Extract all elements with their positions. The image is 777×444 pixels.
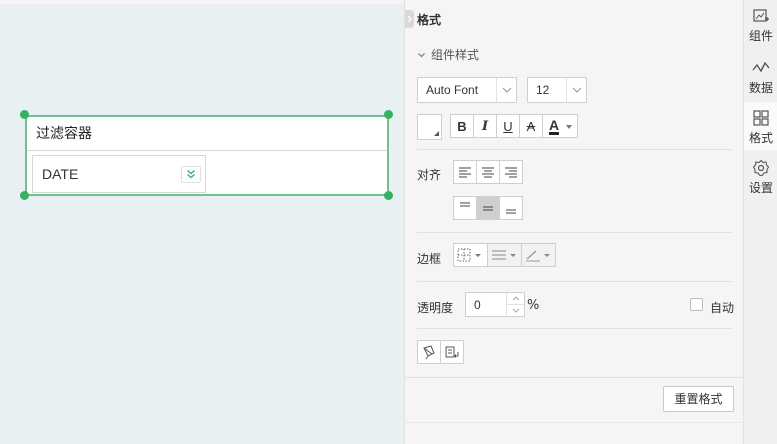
border-color-button[interactable] xyxy=(521,243,556,267)
panel-header: 格式 xyxy=(417,13,442,27)
stepper-down-icon[interactable] xyxy=(506,305,524,317)
underline-button[interactable]: U xyxy=(496,114,520,138)
line-style-icon xyxy=(491,250,516,260)
chevron-right-icon xyxy=(407,15,412,23)
date-filter-value: DATE xyxy=(42,166,79,182)
font-family-value: Auto Font xyxy=(426,83,479,97)
stepper-up-icon[interactable] xyxy=(506,293,524,305)
auto-label: 自动 xyxy=(710,301,735,315)
tab-component[interactable]: 组件 xyxy=(744,0,777,48)
component-add-icon xyxy=(753,9,769,22)
border-style-button[interactable] xyxy=(453,243,488,267)
panel-collapse-toggle[interactable] xyxy=(405,10,414,28)
valign-middle-button[interactable] xyxy=(476,196,500,220)
double-chevron-down-icon[interactable] xyxy=(181,166,201,183)
resize-handle-bottom-left[interactable] xyxy=(20,191,29,200)
strikethrough-icon: A xyxy=(526,118,536,134)
tab-component-label: 组件 xyxy=(748,29,773,43)
side-tab-rail: 组件 数据 格式 设置 xyxy=(743,0,777,444)
tab-settings[interactable]: 设置 xyxy=(744,152,777,200)
grid-format-icon xyxy=(753,110,769,126)
format-painter-button[interactable] xyxy=(417,340,441,364)
section-widget-style[interactable]: 组件样式 xyxy=(417,46,479,63)
align-center-icon xyxy=(482,167,494,178)
section-title: 组件样式 xyxy=(431,48,480,62)
vertical-align-group xyxy=(453,196,523,220)
valign-bottom-icon xyxy=(506,209,516,214)
italic-icon: I xyxy=(481,118,489,134)
tab-data-label: 数据 xyxy=(748,81,773,95)
chevron-down-icon xyxy=(417,48,427,62)
canvas-top-strip xyxy=(0,0,404,4)
valign-middle-icon xyxy=(483,206,493,211)
format-panel: 格式 组件样式 Auto Font 12 B I U A A 对齐 边框 透明度… xyxy=(404,0,744,444)
font-color-icon: A xyxy=(549,116,560,135)
align-right-icon xyxy=(505,167,517,178)
auto-checkbox[interactable] xyxy=(690,298,703,311)
strikethrough-button[interactable]: A xyxy=(519,114,543,138)
tab-format-label: 格式 xyxy=(748,131,773,145)
apply-format-icon xyxy=(445,346,459,358)
bold-button[interactable]: B xyxy=(450,114,474,138)
align-label: 对齐 xyxy=(417,168,442,182)
tab-settings-label: 设置 xyxy=(748,181,773,195)
opacity-stepper[interactable]: 0 xyxy=(465,292,525,317)
align-center-button[interactable] xyxy=(476,160,500,184)
underline-icon: U xyxy=(503,118,513,134)
panel-footer-divider xyxy=(405,422,744,423)
data-line-icon xyxy=(752,61,770,73)
opacity-value: 0 xyxy=(474,298,481,312)
font-size-select[interactable]: 12 xyxy=(527,77,587,103)
horizontal-align-group xyxy=(453,160,523,184)
divider xyxy=(417,281,733,282)
border-group xyxy=(453,243,556,267)
font-color-button[interactable]: A xyxy=(542,114,578,138)
apply-format-button[interactable] xyxy=(440,340,464,364)
font-family-select[interactable]: Auto Font xyxy=(417,77,517,103)
caret-down-icon xyxy=(566,125,572,129)
italic-button[interactable]: I xyxy=(473,114,497,138)
format-tools-group xyxy=(417,340,464,364)
opacity-label: 透明度 xyxy=(417,301,454,315)
divider xyxy=(417,149,733,150)
resize-handle-top-right[interactable] xyxy=(384,110,393,119)
format-brush-icon xyxy=(423,345,435,360)
valign-top-icon xyxy=(460,202,470,207)
border-grid-icon xyxy=(457,248,481,262)
align-left-icon xyxy=(459,167,471,178)
align-right-button[interactable] xyxy=(499,160,523,184)
border-label: 边框 xyxy=(417,252,442,266)
pen-color-icon xyxy=(525,250,550,262)
design-canvas[interactable]: 过滤容器 DATE xyxy=(0,0,404,444)
valign-top-button[interactable] xyxy=(453,196,477,220)
font-size-value: 12 xyxy=(536,83,550,97)
chevron-down-icon xyxy=(496,78,516,102)
align-left-button[interactable] xyxy=(453,160,477,184)
filter-container-title: 过滤容器 xyxy=(27,117,387,151)
tab-data[interactable]: 数据 xyxy=(744,52,777,100)
divider xyxy=(417,232,733,233)
background-color-button[interactable] xyxy=(417,114,442,140)
chevron-down-icon xyxy=(566,78,586,102)
valign-bottom-button[interactable] xyxy=(499,196,523,220)
panel-footer-divider xyxy=(405,377,744,378)
divider xyxy=(417,328,733,329)
resize-handle-top-left[interactable] xyxy=(20,110,29,119)
border-line-button[interactable] xyxy=(487,243,522,267)
text-style-group: B I U A A xyxy=(450,114,578,138)
opacity-unit: % xyxy=(527,298,540,313)
filter-container-widget[interactable]: 过滤容器 DATE xyxy=(25,115,389,196)
tab-format[interactable]: 格式 xyxy=(744,102,777,150)
bold-icon: B xyxy=(457,118,467,134)
resize-handle-bottom-right[interactable] xyxy=(384,191,393,200)
fill-color-icon xyxy=(434,131,439,136)
date-filter-combo[interactable]: DATE xyxy=(32,155,206,193)
reset-format-button[interactable]: 重置格式 xyxy=(663,386,734,412)
gear-icon xyxy=(752,159,770,177)
